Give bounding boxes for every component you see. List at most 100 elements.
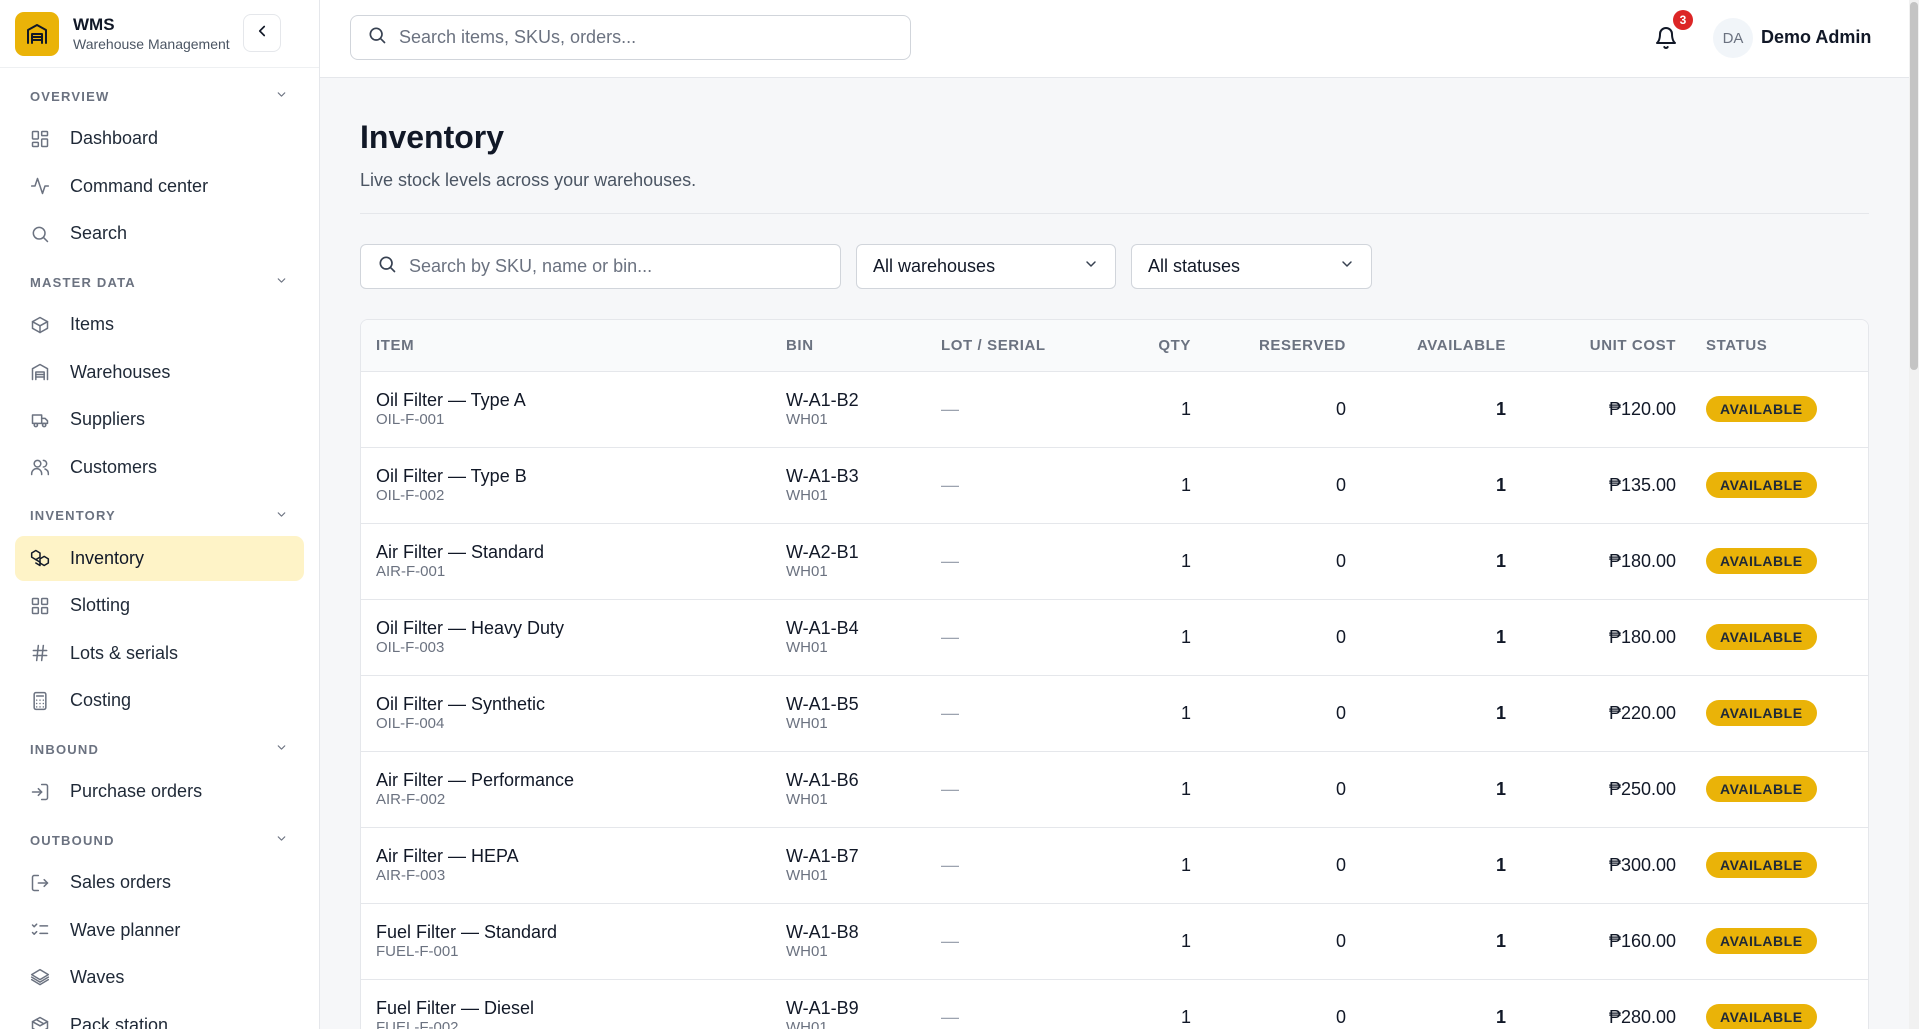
- bin-cell: W-A1-B7 WH01: [771, 827, 926, 903]
- sidebar-item-slotting[interactable]: Slotting: [15, 583, 304, 628]
- section-header-inventory[interactable]: INVENTORY: [15, 496, 304, 536]
- item-name[interactable]: Air Filter — Standard: [376, 541, 756, 563]
- inventory-search-box[interactable]: [360, 244, 841, 289]
- available-cell: 1: [1361, 751, 1521, 827]
- filters-bar: All warehouses All statuses: [360, 244, 1869, 289]
- section-header-inbound[interactable]: INBOUND: [15, 729, 304, 769]
- sidebar-item-command-center[interactable]: Command center: [15, 164, 304, 209]
- sidebar-item-costing[interactable]: Costing: [15, 678, 304, 723]
- bin-cell: W-A1-B4 WH01: [771, 599, 926, 675]
- user-name[interactable]: Demo Admin: [1761, 27, 1871, 48]
- table-row[interactable]: Oil Filter — Type A OIL-F-001 W-A1-B2 WH01—…: [361, 371, 1868, 447]
- item-name[interactable]: Oil Filter — Synthetic: [376, 693, 756, 715]
- item-name[interactable]: Oil Filter — Heavy Duty: [376, 617, 756, 639]
- column-header-bin[interactable]: BIN: [771, 320, 926, 372]
- inbound-icon: [30, 782, 50, 802]
- reserved-cell: 0: [1206, 903, 1361, 979]
- item-name[interactable]: Oil Filter — Type A: [376, 389, 756, 411]
- available-cell: 1: [1361, 523, 1521, 599]
- sidebar-item-items[interactable]: Items: [15, 302, 304, 347]
- table-row[interactable]: Air Filter — Standard AIR-F-001 W-A2-B1 WH0…: [361, 523, 1868, 599]
- item-name[interactable]: Fuel Filter — Diesel: [376, 997, 756, 1019]
- item-sku: OIL-F-002: [376, 487, 445, 504]
- warehouse-select[interactable]: All warehouses: [856, 244, 1116, 289]
- activity-icon: [30, 176, 50, 196]
- chevron-down-icon: [1083, 256, 1099, 277]
- status-badge: AVAILABLE: [1706, 548, 1817, 574]
- qty-cell: 1: [1096, 447, 1206, 523]
- item-sku: AIR-F-002: [376, 791, 446, 808]
- collapse-sidebar-button[interactable]: [243, 14, 281, 52]
- search-icon: [377, 254, 397, 279]
- item-cell: Oil Filter — Type A OIL-F-001: [361, 371, 771, 447]
- sidebar-item-sales-orders[interactable]: Sales orders: [15, 860, 304, 905]
- sidebar-item-customers[interactable]: Customers: [15, 445, 304, 490]
- table-header-row: ITEM BIN LOT / SERIAL QTY RESERVED AVAIL…: [361, 320, 1868, 372]
- reserved-value: 0: [1335, 550, 1346, 571]
- notification-count-badge: 3: [1673, 10, 1693, 30]
- column-header-item[interactable]: ITEM: [361, 320, 771, 372]
- sidebar-item-lots-and-serials[interactable]: Lots & serials: [15, 631, 304, 676]
- item-name[interactable]: Oil Filter — Type B: [376, 465, 756, 487]
- unit-cost-cell: ₱280.00: [1521, 979, 1691, 1029]
- column-header-qty[interactable]: QTY: [1096, 320, 1206, 372]
- sidebar-item-inventory[interactable]: Inventory: [15, 535, 304, 581]
- column-header-reserved[interactable]: RESERVED: [1206, 320, 1361, 372]
- bin-code: W-A1-B5: [786, 694, 859, 714]
- status-badge: AVAILABLE: [1706, 852, 1817, 878]
- sidebar-item-purchase-orders[interactable]: Purchase orders: [15, 769, 304, 814]
- bin-warehouse: WH01: [786, 487, 828, 504]
- item-cell: Fuel Filter — Diesel FUEL-F-002: [361, 979, 771, 1029]
- qty-cell: 1: [1096, 903, 1206, 979]
- lot-serial-cell: —: [926, 827, 1096, 903]
- column-header-available[interactable]: AVAILABLE: [1361, 320, 1521, 372]
- bin-cell: W-A1-B9 WH01: [771, 979, 926, 1029]
- sidebar-item-wave-planner[interactable]: Wave planner: [15, 908, 304, 953]
- column-header-lot-serial[interactable]: LOT / SERIAL: [926, 320, 1096, 372]
- table-row[interactable]: Oil Filter — Type B OIL-F-002 W-A1-B3 WH01—…: [361, 447, 1868, 523]
- status-cell: AVAILABLE: [1691, 979, 1868, 1029]
- unit-cost-value: ₱135.00: [1608, 474, 1676, 495]
- item-sku: OIL-F-004: [376, 715, 445, 732]
- reserved-value: 0: [1335, 854, 1346, 875]
- bin-code: W-A1-B6: [786, 770, 859, 790]
- sidebar-item-warehouses[interactable]: Warehouses: [15, 350, 304, 395]
- available-value: 1: [1495, 778, 1506, 799]
- sidebar-item-suppliers[interactable]: Suppliers: [15, 397, 304, 442]
- table-row[interactable]: Fuel Filter — Diesel FUEL-F-002 W-A1-B9 WH0…: [361, 979, 1868, 1029]
- scrollbar-thumb[interactable]: [1910, 2, 1918, 370]
- inventory-search-input[interactable]: [409, 256, 829, 277]
- table-row[interactable]: Air Filter — Performance AIR-F-002 W-A1-B6…: [361, 751, 1868, 827]
- reserved-value: 0: [1335, 930, 1346, 951]
- section-header-master-data[interactable]: MASTER DATA: [15, 262, 304, 302]
- global-search-input[interactable]: [399, 27, 879, 48]
- sidebar-item-pack-station[interactable]: Pack station: [15, 1003, 304, 1029]
- sidebar-item-search[interactable]: Search: [15, 211, 304, 256]
- unit-cost-cell: ₱160.00: [1521, 903, 1691, 979]
- warehouse-select-value: All warehouses: [873, 256, 996, 276]
- global-search-box[interactable]: [350, 15, 911, 60]
- status-select[interactable]: All statuses: [1131, 244, 1372, 289]
- unit-cost-cell: ₱300.00: [1521, 827, 1691, 903]
- item-name[interactable]: Air Filter — HEPA: [376, 845, 756, 867]
- table-row[interactable]: Fuel Filter — Standard FUEL-F-001 W-A1-B8 W…: [361, 903, 1868, 979]
- avatar[interactable]: DA: [1713, 18, 1753, 58]
- warehouse-icon: [30, 362, 50, 382]
- section-header-overview[interactable]: OVERVIEW: [15, 76, 304, 116]
- table-row[interactable]: Oil Filter — Synthetic OIL-F-004 W-A1-B5 WH…: [361, 675, 1868, 751]
- item-sku: FUEL-F-001: [376, 943, 459, 960]
- item-name[interactable]: Air Filter — Performance: [376, 769, 756, 791]
- item-name[interactable]: Fuel Filter — Standard: [376, 921, 756, 943]
- qty-cell: 1: [1096, 979, 1206, 1029]
- table-row[interactable]: Oil Filter — Heavy Duty OIL-F-003 W-A1-B4 W…: [361, 599, 1868, 675]
- notifications-bell-icon[interactable]: [1654, 26, 1678, 50]
- column-header-status[interactable]: STATUS: [1691, 320, 1868, 372]
- page-scrollbar[interactable]: [1909, 0, 1919, 1029]
- unit-cost-cell: ₱180.00: [1521, 523, 1691, 599]
- section-header-outbound[interactable]: OUTBOUND: [15, 820, 304, 860]
- table-row[interactable]: Air Filter — HEPA AIR-F-003 W-A1-B7 WH01—1 0…: [361, 827, 1868, 903]
- column-header-unit-cost[interactable]: UNIT COST: [1521, 320, 1691, 372]
- item-cell: Air Filter — Standard AIR-F-001: [361, 523, 771, 599]
- sidebar-item-waves[interactable]: Waves: [15, 955, 304, 1000]
- sidebar-item-dashboard[interactable]: Dashboard: [15, 116, 304, 161]
